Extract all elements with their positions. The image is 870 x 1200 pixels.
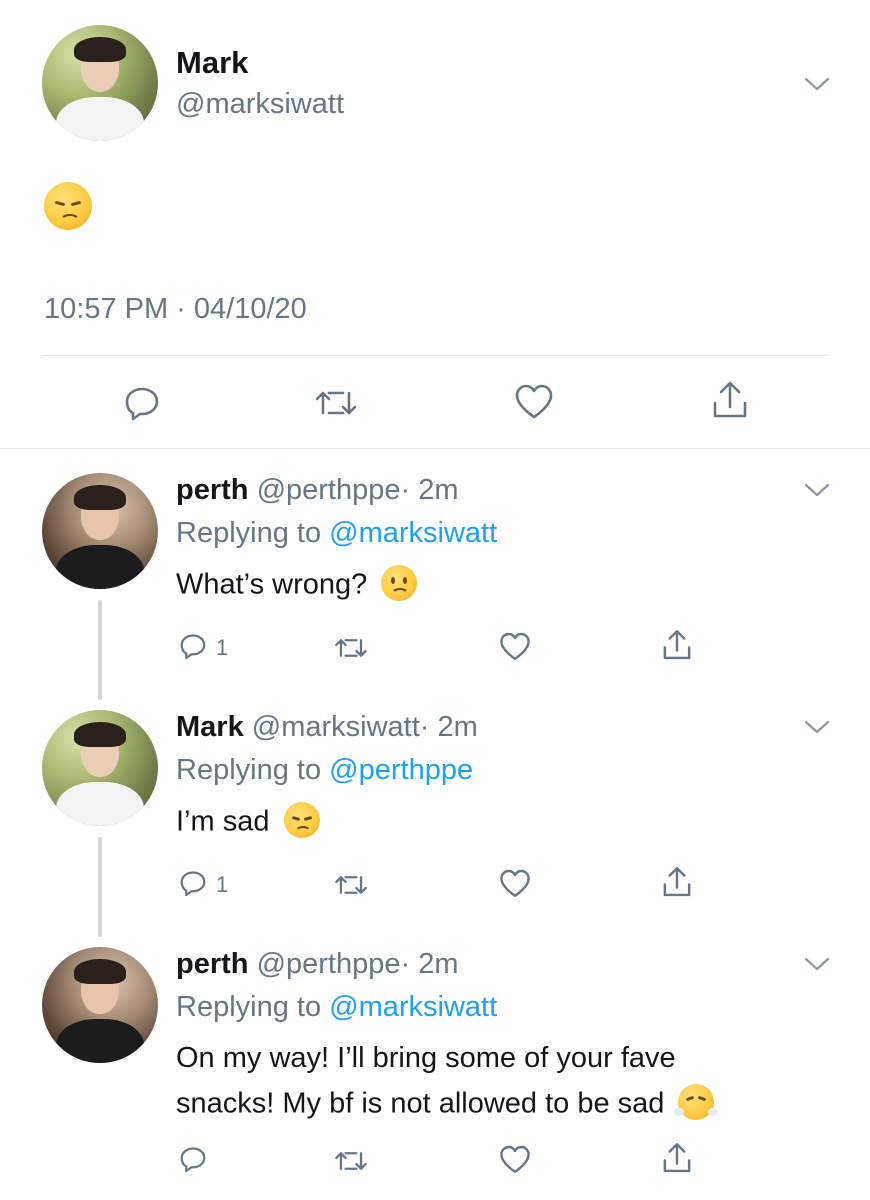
share-icon[interactable] bbox=[709, 379, 751, 421]
retweet-icon[interactable] bbox=[314, 385, 358, 421]
avatar[interactable] bbox=[42, 473, 158, 589]
reply-text: What’s wrong? bbox=[176, 568, 368, 601]
avatar[interactable] bbox=[42, 710, 158, 826]
reply-handle[interactable]: @marksiwatt bbox=[252, 711, 420, 743]
replying-to-link[interactable]: @marksiwatt bbox=[329, 991, 497, 1023]
chevron-down-icon[interactable] bbox=[804, 955, 830, 973]
pensive-face-emoji bbox=[44, 182, 92, 230]
chevron-down-icon[interactable] bbox=[804, 481, 830, 499]
chevron-down-icon[interactable] bbox=[804, 718, 830, 736]
pensive-face-emoji bbox=[283, 802, 320, 838]
reply-text: I’m sad bbox=[176, 805, 270, 838]
chevron-down-icon[interactable] bbox=[804, 75, 830, 93]
reply-time: · 2m bbox=[419, 711, 478, 743]
tweet-timestamp[interactable]: 10:57 PM · 04/10/20 bbox=[44, 293, 307, 326]
thread-line bbox=[98, 837, 102, 937]
reply-display-name[interactable]: perth bbox=[176, 948, 249, 980]
reply-icon[interactable] bbox=[178, 1144, 208, 1174]
heart-icon[interactable] bbox=[498, 867, 532, 899]
reply-icon[interactable] bbox=[122, 383, 162, 423]
reply-icon[interactable] bbox=[178, 868, 208, 898]
avatar[interactable] bbox=[42, 25, 158, 141]
replying-to-label: Replying to bbox=[176, 991, 322, 1023]
replying-to-label: Replying to bbox=[176, 754, 322, 786]
reply-display-name[interactable]: Mark bbox=[176, 711, 244, 743]
share-icon[interactable] bbox=[660, 1141, 694, 1175]
retweet-icon[interactable] bbox=[334, 871, 368, 899]
main-display-name[interactable]: Mark bbox=[176, 45, 248, 81]
reply-display-name[interactable]: perth bbox=[176, 474, 249, 506]
reply-count: 1 bbox=[216, 872, 229, 897]
heart-icon[interactable] bbox=[513, 381, 555, 421]
reply-icon[interactable] bbox=[178, 631, 208, 661]
retweet-icon[interactable] bbox=[334, 1147, 368, 1175]
divider bbox=[42, 355, 828, 356]
reply-time: · 2m bbox=[400, 474, 459, 506]
share-icon[interactable] bbox=[660, 865, 694, 899]
reply-handle[interactable]: @perthppe bbox=[257, 948, 401, 980]
heart-icon[interactable] bbox=[498, 1143, 532, 1175]
thread-line bbox=[98, 600, 102, 700]
replying-to-link[interactable]: @marksiwatt bbox=[329, 517, 497, 549]
reply-text-line: snacks! My bf is not allowed to be sad bbox=[176, 1087, 665, 1120]
slightly-frowning-face-emoji bbox=[381, 565, 418, 601]
face-with-steam-from-nose-emoji bbox=[674, 1084, 719, 1120]
divider bbox=[0, 448, 870, 449]
reply-count: 1 bbox=[216, 635, 229, 660]
reply-text-line: On my way! I’ll bring some of your fave bbox=[176, 1042, 676, 1074]
retweet-icon[interactable] bbox=[334, 634, 368, 662]
heart-icon[interactable] bbox=[498, 630, 532, 662]
replying-to-link[interactable]: @perthppe bbox=[329, 754, 473, 786]
main-handle[interactable]: @marksiwatt bbox=[176, 88, 344, 121]
reply-handle[interactable]: @perthppe bbox=[257, 474, 401, 506]
avatar[interactable] bbox=[42, 947, 158, 1063]
replying-to-label: Replying to bbox=[176, 517, 322, 549]
share-icon[interactable] bbox=[660, 628, 694, 662]
reply-time: · 2m bbox=[400, 948, 459, 980]
